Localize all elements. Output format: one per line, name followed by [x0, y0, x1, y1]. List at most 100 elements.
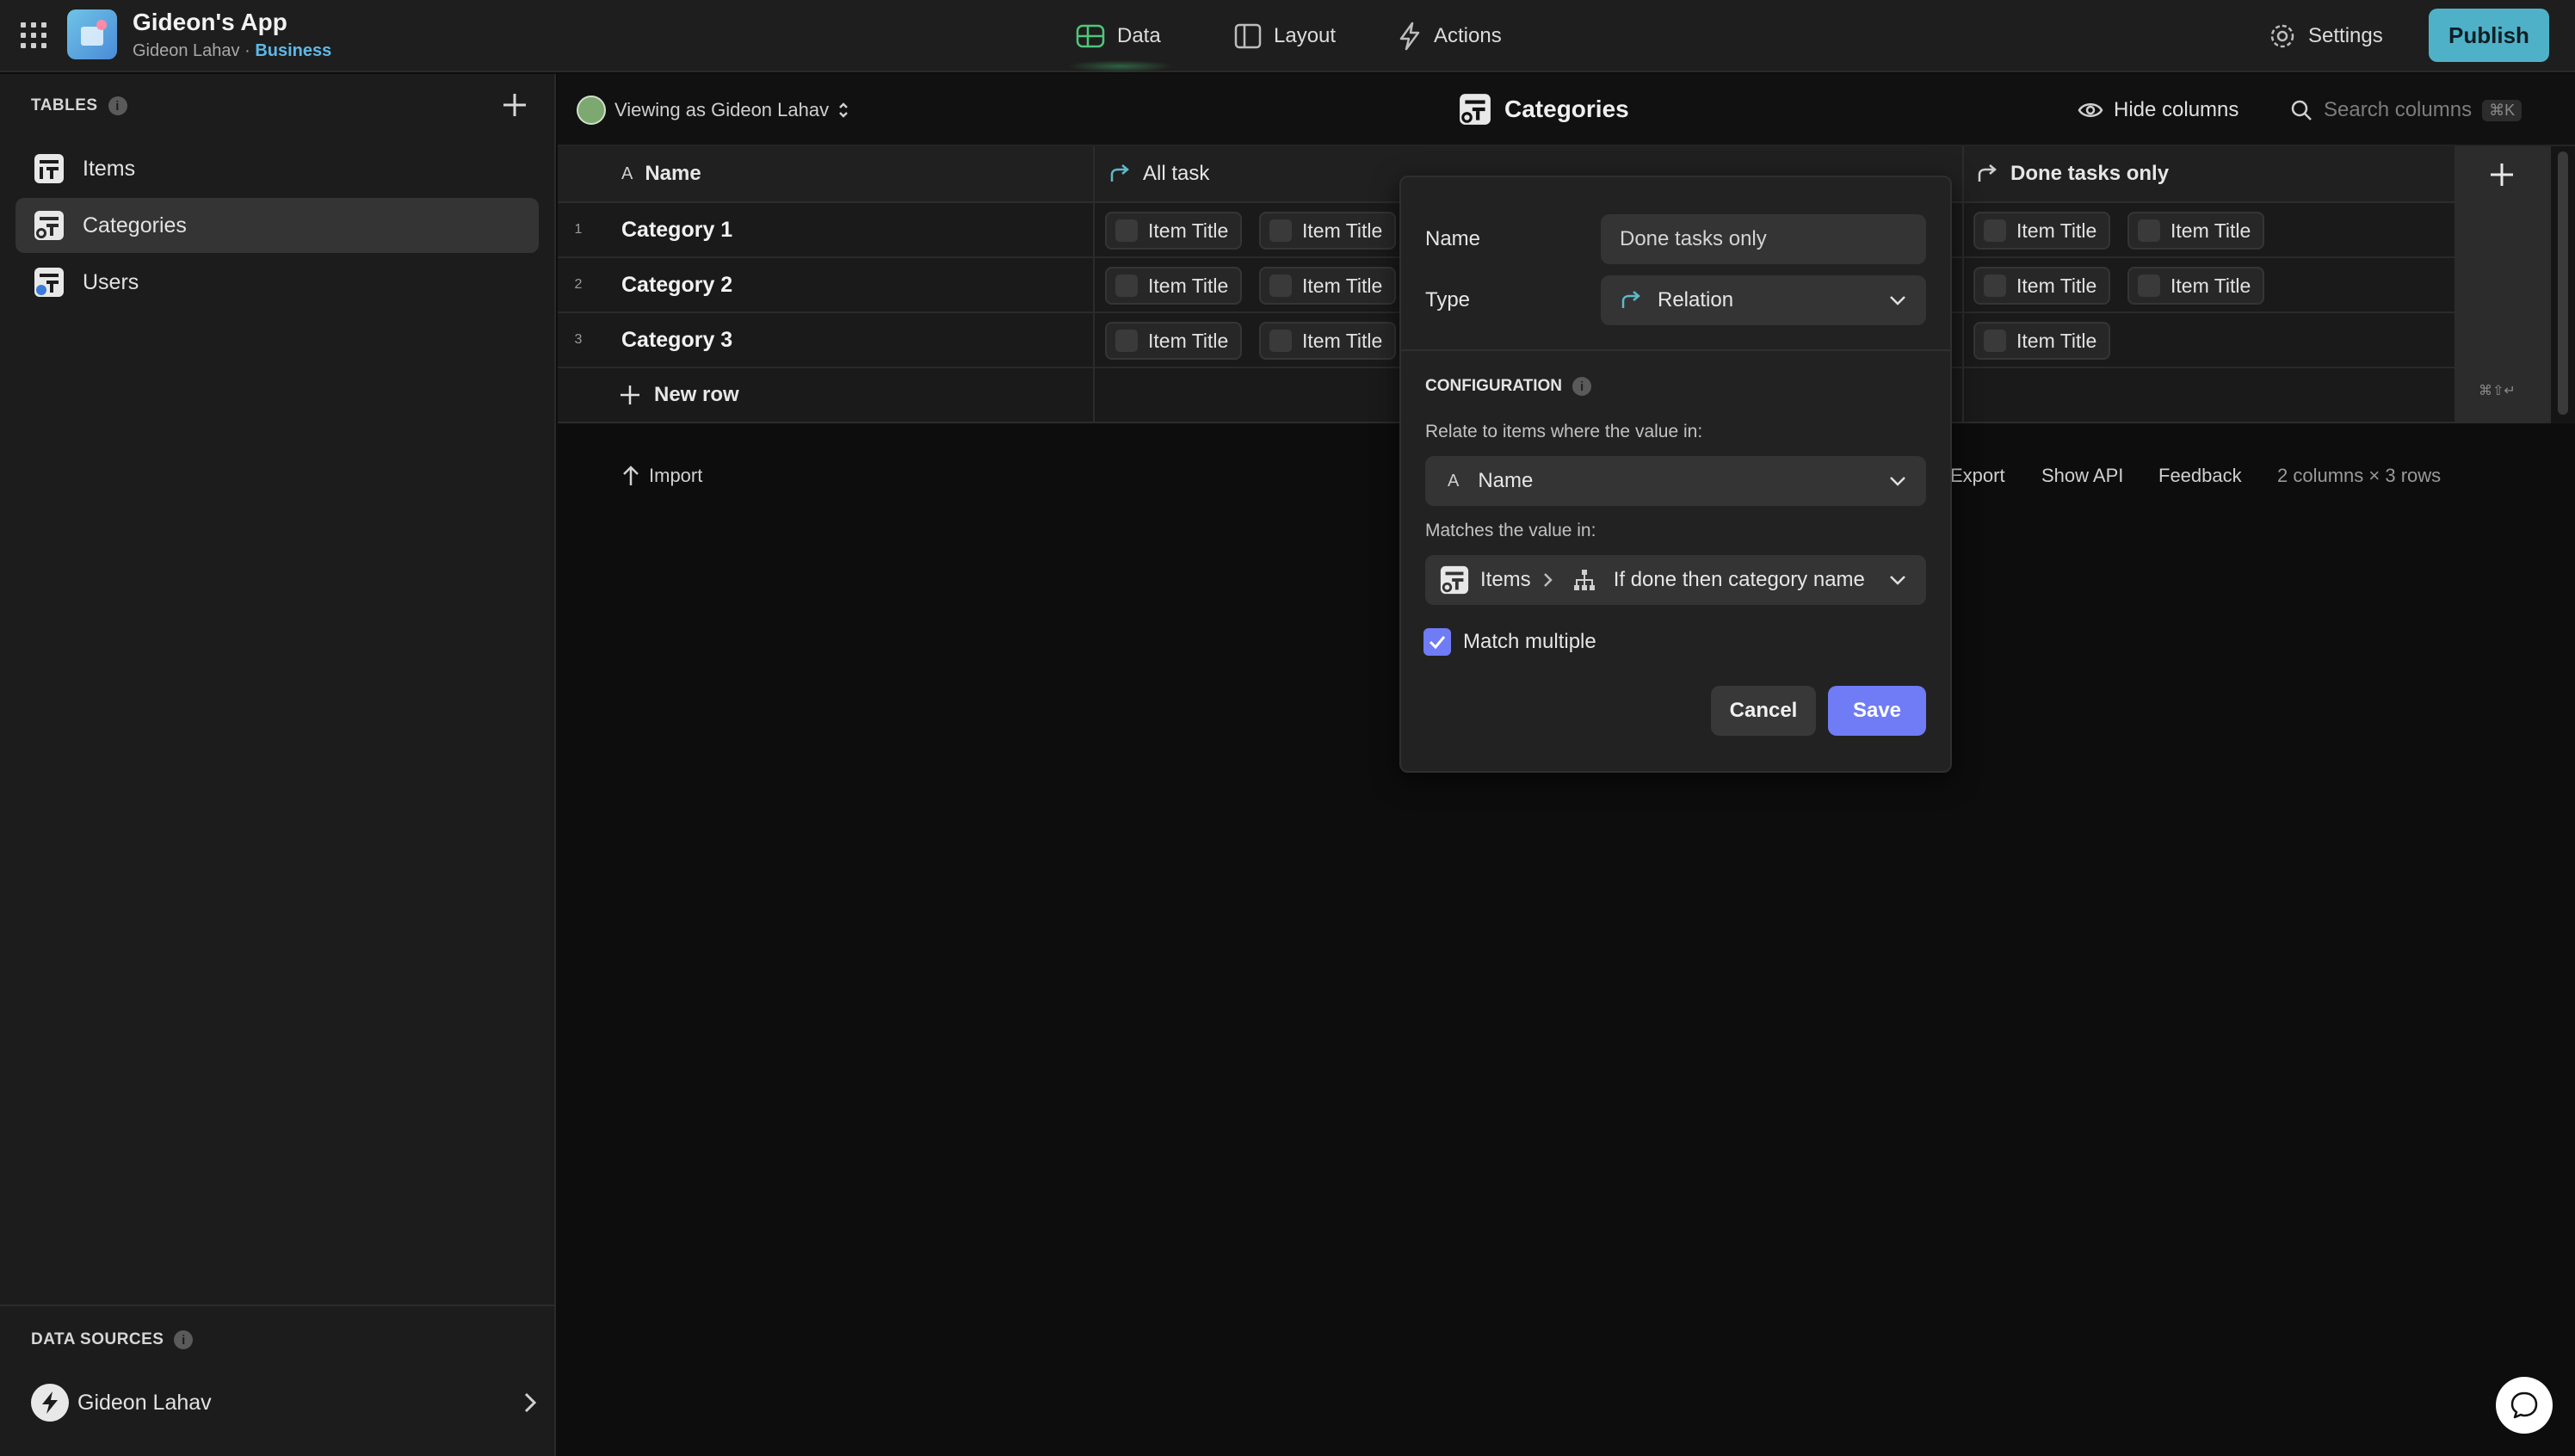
- item-thumbnail: [1115, 275, 1138, 297]
- chip-label: Item Title: [1148, 274, 1229, 297]
- relate-column-value: Name: [1478, 469, 1534, 492]
- export-button[interactable]: Export: [1950, 465, 2005, 487]
- add-table-button[interactable]: [499, 89, 530, 120]
- relation-chip[interactable]: Item Title: [1973, 212, 2111, 250]
- viewing-as-label: Viewing as Gideon Lahav: [614, 99, 830, 120]
- chip-label: Item Title: [2171, 274, 2251, 297]
- chevron-down-icon: [1890, 576, 1905, 585]
- relation-chip[interactable]: Item Title: [1105, 267, 1243, 305]
- app-switcher-icon[interactable]: [21, 22, 46, 48]
- sidebar-item-label: Categories: [83, 213, 187, 238]
- name-field-label: Name: [1425, 227, 1481, 250]
- layout-icon: [1234, 23, 1262, 49]
- table-icon: [33, 266, 65, 299]
- settings-button[interactable]: Settings: [2269, 19, 2383, 53]
- feedback-button[interactable]: Feedback: [2158, 465, 2242, 487]
- text-type-icon: A: [1448, 471, 1460, 490]
- avatar: [577, 96, 606, 125]
- match-multiple-checkbox[interactable]: [1423, 628, 1451, 656]
- nav-tab-layout[interactable]: Layout: [1234, 19, 1336, 53]
- data-source-label: Gideon Lahav: [77, 1390, 212, 1415]
- relation-chip[interactable]: Item Title: [1259, 267, 1397, 305]
- add-column-shortcut: ⌘⇧↵: [2472, 380, 2523, 401]
- vertical-scrollbar[interactable]: [2551, 146, 2575, 423]
- relation-icon: [1110, 164, 1129, 182]
- nav-tab-data[interactable]: Data: [1076, 19, 1161, 53]
- publish-button[interactable]: Publish: [2429, 9, 2549, 62]
- row-name-cell[interactable]: Category 2: [621, 273, 732, 298]
- settings-label: Settings: [2308, 24, 2383, 47]
- matches-column-select[interactable]: Items If done then category name: [1425, 555, 1926, 605]
- relation-chip[interactable]: Item Title: [1105, 212, 1243, 250]
- app-subtitle: Gideon Lahav · Business: [133, 41, 331, 61]
- sidebar-item-categories[interactable]: Categories: [15, 198, 539, 253]
- app-title[interactable]: Gideon's App: [133, 9, 287, 36]
- plus-icon: [503, 94, 526, 116]
- match-multiple-label: Match multiple: [1463, 630, 1596, 653]
- relation-chip[interactable]: Item Title: [1973, 267, 2111, 305]
- item-thumbnail: [2138, 275, 2160, 297]
- relation-chip[interactable]: Item Title: [1259, 212, 1397, 250]
- row-name-cell[interactable]: Category 3: [621, 328, 732, 353]
- viewing-as-selector[interactable]: Viewing as Gideon Lahav: [577, 95, 849, 126]
- data-sources-label: DATA SOURCES: [31, 1330, 164, 1348]
- support-chat-button[interactable]: [2496, 1377, 2553, 1434]
- relation-chip[interactable]: Item Title: [1105, 322, 1243, 360]
- column-header-done-tasks[interactable]: Done tasks only: [1964, 146, 2455, 203]
- sidebar-item-users[interactable]: Users: [15, 255, 539, 310]
- row-name-cell[interactable]: Category 1: [621, 218, 732, 243]
- item-thumbnail: [1269, 219, 1292, 242]
- checkmark-icon: [1429, 636, 1446, 649]
- relation-chip[interactable]: Item Title: [2127, 212, 2265, 250]
- column-name-input[interactable]: Done tasks only: [1601, 214, 1926, 264]
- sidebar-item-items[interactable]: Items: [15, 141, 539, 196]
- add-column-button[interactable]: ⌘⇧↵: [2455, 146, 2551, 423]
- column-header-name[interactable]: A Name: [558, 146, 1093, 203]
- app-owner: Gideon Lahav: [133, 41, 240, 60]
- table-icon: [1076, 24, 1105, 48]
- info-icon[interactable]: i: [108, 96, 127, 115]
- relation-chip[interactable]: Item Title: [1259, 322, 1397, 360]
- import-button[interactable]: Import: [621, 465, 702, 487]
- nav-tab-actions[interactable]: Actions: [1398, 19, 1502, 53]
- data-source-item[interactable]: Gideon Lahav: [31, 1384, 539, 1422]
- hide-columns-label: Hide columns: [2114, 98, 2239, 121]
- plus-icon: [2491, 163, 2513, 186]
- search-icon: [2291, 100, 2312, 120]
- save-button[interactable]: Save: [1828, 686, 1926, 736]
- chip-label: Item Title: [1302, 329, 1383, 352]
- scrollbar-thumb[interactable]: [2558, 151, 2568, 415]
- show-api-button[interactable]: Show API: [2041, 465, 2123, 487]
- search-input[interactable]: Search columns ⌘K: [2289, 95, 2523, 126]
- hierarchy-icon: [1573, 570, 1595, 590]
- relation-chip[interactable]: Item Title: [2127, 267, 2265, 305]
- item-thumbnail: [2138, 219, 2160, 242]
- cancel-button[interactable]: Cancel: [1711, 686, 1816, 736]
- type-field-label: Type: [1425, 288, 1471, 312]
- tables-label: TABLES: [31, 96, 98, 114]
- gear-icon: [2270, 24, 2294, 48]
- search-placeholder: Search columns: [2324, 98, 2473, 121]
- row-number: 1: [574, 222, 583, 237]
- matches-table-value: Items: [1480, 568, 1531, 591]
- table-icon: [33, 209, 65, 242]
- relate-column-select[interactable]: A Name: [1425, 456, 1926, 506]
- table-icon: [33, 152, 65, 185]
- app-separator: ·: [244, 41, 250, 60]
- info-icon[interactable]: i: [1572, 377, 1592, 396]
- type-select[interactable]: Relation: [1601, 275, 1926, 325]
- chevron-right-icon: [524, 1392, 537, 1413]
- column-header-label: Done tasks only: [2010, 162, 2170, 185]
- configuration-header: CONFIGURATION i: [1425, 377, 1592, 396]
- app-logo-icon: [67, 9, 117, 59]
- nav-tab-data-label: Data: [1117, 24, 1161, 47]
- item-thumbnail: [1115, 330, 1138, 352]
- hide-columns-button[interactable]: Hide columns: [2078, 95, 2238, 126]
- column-header-label: Name: [645, 162, 701, 185]
- chip-label: Item Title: [2016, 219, 2097, 242]
- match-multiple-option[interactable]: Match multiple: [1423, 628, 1596, 656]
- item-thumbnail: [1269, 275, 1292, 297]
- info-icon[interactable]: i: [174, 1330, 194, 1349]
- chevron-right-icon: [1543, 573, 1553, 587]
- relation-chip[interactable]: Item Title: [1973, 322, 2111, 360]
